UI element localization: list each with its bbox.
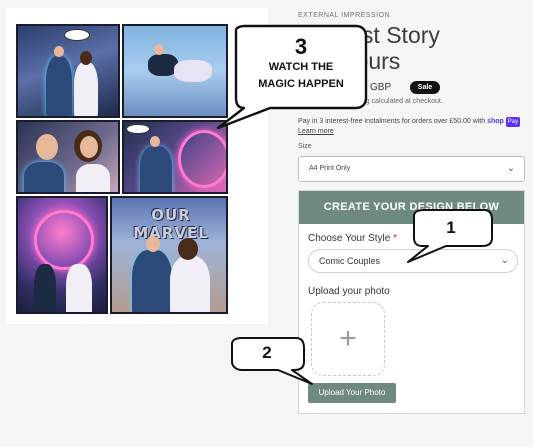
product-page: OUR MARVEL EXTERNAL IMPRESSION ...eatest… <box>0 0 533 447</box>
callout-step-3-number: 3 <box>294 34 308 59</box>
callout-step-3-line-1: WATCH THE <box>268 61 334 73</box>
callout-step-1-number: 1 <box>446 218 456 237</box>
callout-step-2-number: 2 <box>262 343 272 362</box>
callout-step-3-line-2: MAGIC HAPPEN <box>258 78 344 90</box>
